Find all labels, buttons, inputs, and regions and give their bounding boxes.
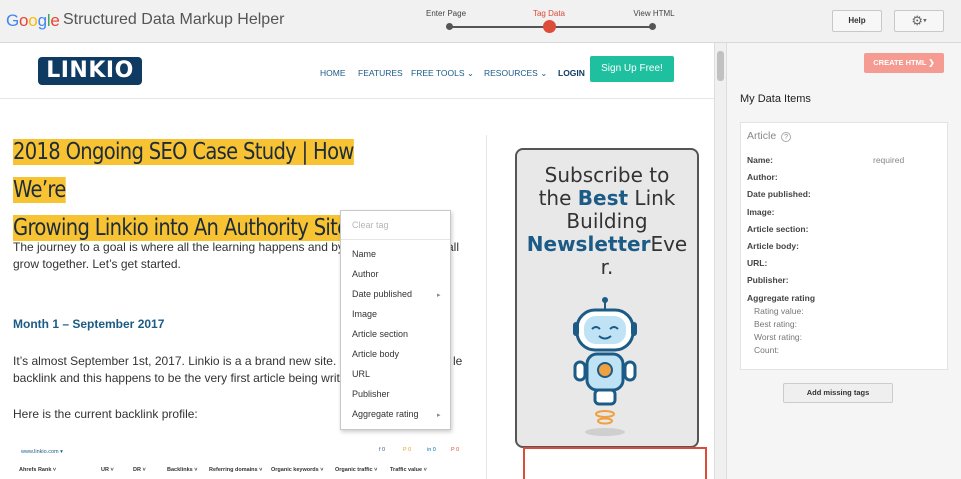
step-dot-enter-page[interactable] [446, 23, 453, 30]
table-header: Referring domains ˅ [209, 467, 263, 473]
field-image[interactable]: Image: [747, 207, 774, 217]
step-label-tag-data[interactable]: Tag Data [533, 9, 565, 18]
google-logo: Google [6, 11, 60, 30]
signup-button[interactable]: Sign Up Free! [590, 56, 674, 82]
data-items-panel: CREATE HTML ❯ My Data Items Article ? Na… [726, 43, 961, 479]
robot-illustration [573, 297, 637, 436]
nav-login[interactable]: LOGIN [558, 68, 585, 78]
menu-item-date-published[interactable]: Date published [352, 289, 412, 299]
article-card: Article ? Name: required Author: Date pu… [740, 122, 948, 370]
newsletter-line2c: Link [628, 186, 676, 210]
create-html-label: CREATE HTML [873, 58, 927, 67]
field-name[interactable]: Name: [747, 155, 773, 165]
app-title: Structured Data Markup Helper [63, 11, 285, 28]
subfield-worst-rating[interactable]: Worst rating: [754, 332, 802, 342]
menu-item-name[interactable]: Name [352, 249, 376, 259]
newsletter-line5: r. [600, 255, 614, 279]
menu-item-author[interactable]: Author [352, 269, 379, 279]
table-url: www.linkio.com ▾ [21, 449, 63, 455]
table-header: DR ˅ [133, 467, 146, 473]
field-url[interactable]: URL: [747, 258, 767, 268]
para2-line1: It’s almost September 1st, 2017. Linkio … [13, 354, 363, 368]
newsletter-box[interactable]: Subscribe to the Best Link Building News… [515, 148, 699, 448]
table-header: Organic keywords ˅ [271, 467, 324, 473]
linkedin-share-icon: in 0 [427, 447, 436, 453]
newsletter-line4b: Eve [650, 232, 688, 256]
subfield-best-rating[interactable]: Best rating: [754, 319, 797, 329]
subfield-rating-value[interactable]: Rating value: [754, 306, 804, 316]
field-date-published[interactable]: Date published: [747, 189, 811, 199]
table-header: Traffic value ˅ [390, 467, 427, 473]
content-divider [486, 135, 487, 479]
nav-features[interactable]: FEATURES [358, 68, 403, 78]
field-publisher[interactable]: Publisher: [747, 275, 789, 285]
table-header: Ahrefs Rank ˅ [19, 467, 57, 473]
create-html-button[interactable]: CREATE HTML ❯ [864, 53, 944, 73]
settings-button[interactable]: ⚙▾ [894, 10, 944, 32]
para2-line1-tail: le [453, 354, 463, 368]
submenu-arrow-icon: ▸ [437, 292, 441, 299]
newsletter-line3: Building [566, 209, 648, 233]
card-title-text: Article [747, 130, 777, 142]
pinterest-share-icon: P 0 [403, 447, 412, 453]
site-nav: LINKIO HOME FEATURES FREE TOOLS ⌄ RESOUR… [0, 43, 714, 99]
menu-item-url[interactable]: URL [352, 369, 370, 379]
field-aggregate-rating[interactable]: Aggregate rating [747, 293, 815, 303]
field-author[interactable]: Author: [747, 172, 778, 182]
newsletter-line1: Subscribe to [544, 163, 670, 187]
newsletter-title: Subscribe to the Best Link Building News… [517, 164, 697, 279]
step-label-view-html[interactable]: View HTML [633, 9, 674, 18]
site-logo[interactable]: LINKIO [38, 57, 142, 85]
para2-line2: backlink and this happens to be the very… [13, 371, 354, 385]
newsletter-line4a: Newsletter [526, 232, 651, 256]
help-button[interactable]: Help [832, 10, 882, 32]
intro-line2: grow together. Let’s get started. [13, 257, 181, 271]
menu-item-image[interactable]: Image [352, 309, 377, 319]
table-header: Organic traffic ˅ [335, 467, 378, 473]
table-header: Backlinks ˅ [167, 467, 198, 473]
subfield-count[interactable]: Count: [754, 345, 779, 355]
submenu-arrow-icon: ▸ [437, 412, 441, 419]
nav-free-tools[interactable]: FREE TOOLS ⌄ [411, 68, 474, 79]
article-title-line1[interactable]: 2018 Ongoing SEO Case Study | How We’re [13, 139, 354, 203]
chevron-down-icon: ▾ [923, 17, 927, 25]
nav-resources[interactable]: RESOURCES ⌄ [484, 68, 547, 79]
scrollbar-thumb[interactable] [717, 51, 724, 81]
newsletter-line2a: the [538, 186, 578, 210]
backlink-profile-image: www.linkio.com ▾ f 0 P 0 in 0 P 0 Ahrefs… [13, 443, 471, 479]
menu-item-aggregate-rating[interactable]: Aggregate rating [352, 409, 419, 419]
page-preview[interactable]: LINKIO HOME FEATURES FREE TOOLS ⌄ RESOUR… [0, 43, 714, 479]
my-data-items-title: My Data Items [740, 93, 811, 105]
progress-stepper: Enter Page Tag Data View HTML [426, 6, 675, 36]
menu-item-article-section[interactable]: Article section [352, 329, 408, 339]
card-title: Article ? [747, 130, 792, 142]
highlighted-region [523, 447, 707, 479]
menu-separator [341, 239, 450, 240]
field-article-body[interactable]: Article body: [747, 241, 799, 251]
facebook-share-icon: f 0 [379, 447, 386, 453]
pinterest-share-icon-2: P 0 [451, 447, 460, 453]
step-label-enter-page[interactable]: Enter Page [426, 9, 466, 18]
chevron-right-icon: ❯ [928, 58, 935, 67]
menu-item-article-body[interactable]: Article body [352, 349, 399, 359]
help-icon[interactable]: ? [781, 132, 792, 142]
clear-tag-item[interactable]: Clear tag [352, 220, 389, 230]
article-title[interactable]: 2018 Ongoing SEO Case Study | How We’re … [13, 133, 370, 247]
table-header: UR ˅ [101, 467, 114, 473]
page-scrollbar[interactable] [714, 43, 726, 479]
menu-item-publisher[interactable]: Publisher [352, 389, 390, 399]
intro-line1: The journey to a goal is where all the l… [13, 240, 360, 254]
article-title-line2[interactable]: Growing Linkio into An Authority Site [13, 215, 349, 241]
required-label: required [873, 155, 905, 165]
gear-icon: ⚙ [911, 13, 924, 28]
newsletter-line2b: Best [577, 186, 629, 210]
nav-home[interactable]: HOME [320, 68, 346, 78]
step-dot-tag-data[interactable] [543, 20, 556, 33]
tag-context-menu[interactable]: Clear tag Name Author Date published ▸ I… [340, 210, 451, 430]
field-article-section[interactable]: Article section: [747, 224, 808, 234]
month-heading[interactable]: Month 1 – September 2017 [13, 317, 164, 331]
step-dot-view-html[interactable] [649, 23, 656, 30]
add-missing-tags-button[interactable]: Add missing tags [783, 383, 893, 403]
top-bar: Google Structured Data Markup Helper Ent… [0, 0, 961, 43]
